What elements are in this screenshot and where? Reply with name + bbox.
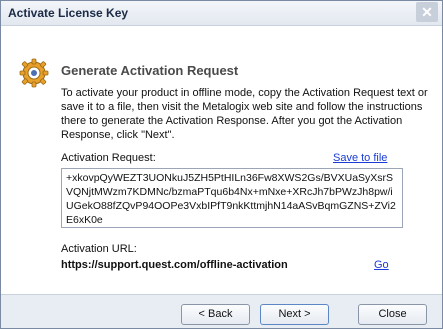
go-link[interactable]: Go — [374, 259, 389, 271]
next-button[interactable]: Next > — [260, 304, 329, 325]
button-bar: < Back Next > Close — [1, 294, 442, 328]
window-close-button[interactable]: ✕ — [416, 2, 438, 22]
instructions-text: To activate your product in offline mode… — [61, 87, 428, 141]
close-button[interactable]: Close — [358, 304, 427, 325]
section-header: Generate Activation Request — [1, 51, 442, 91]
gear-icon — [19, 58, 49, 88]
activation-request-label: Activation Request: — [61, 152, 156, 164]
activation-request-textbox[interactable]: +xkovpQyWEZT3UONkuJ5ZH5PtHILn36Fw8XWS2Gs… — [61, 168, 403, 228]
activate-license-dialog: Activate License Key ✕ Generate Activati… — [0, 0, 443, 329]
back-button[interactable]: < Back — [181, 304, 250, 325]
page-title: Generate Activation Request — [61, 63, 239, 78]
activation-url-label: Activation URL: — [61, 243, 137, 255]
window-title: Activate License Key — [8, 6, 129, 20]
title-bar: Activate License Key ✕ — [1, 1, 442, 26]
save-to-file-link[interactable]: Save to file — [333, 152, 387, 164]
activation-url-value: https://support.quest.com/offline-activa… — [61, 259, 288, 271]
